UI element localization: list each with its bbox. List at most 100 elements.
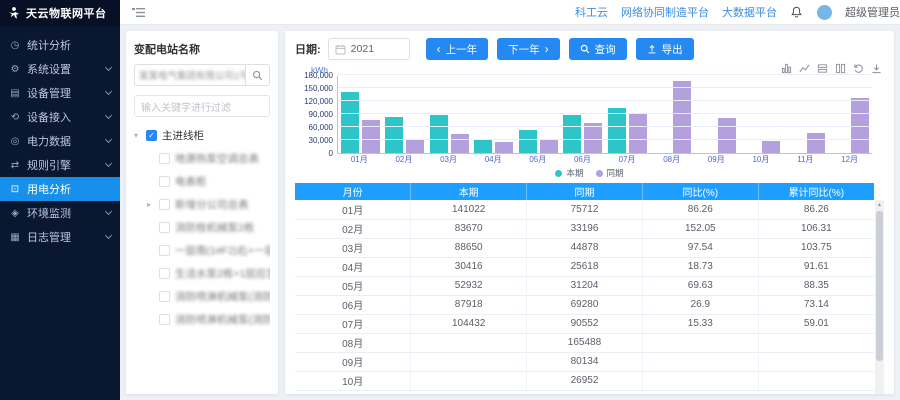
line-chart-icon[interactable] xyxy=(799,63,810,74)
table-header: 月份本期同期同比(%)累计同比(%) xyxy=(295,183,874,200)
legend-dot-current xyxy=(555,170,562,177)
x-tick-label: 02月 xyxy=(395,154,412,165)
chart-toolbox xyxy=(781,63,882,74)
tree-node[interactable]: 消防喷淋机械泵(消防2) xyxy=(147,312,270,327)
bar-本期-04月[interactable] xyxy=(474,140,492,153)
tree-node-checkbox[interactable] xyxy=(159,268,170,279)
y-tick-label: 120,000 xyxy=(297,97,333,106)
table-header-cell[interactable]: 月份 xyxy=(295,183,411,200)
tree-root-label: 主进线柜 xyxy=(162,128,204,143)
gridline xyxy=(338,139,872,140)
sidebar-item-system-settings[interactable]: ⚙系统设置 xyxy=(0,57,120,81)
bar-本期-01月[interactable] xyxy=(341,92,359,153)
table-cell: 75712 xyxy=(527,200,643,219)
tree-node[interactable]: 消防喷淋机械泵(消防1) xyxy=(147,289,270,304)
nav-link-collab-platform[interactable]: 网络协同制造平台 xyxy=(621,4,709,20)
sidebar-item-label: 规则引擎 xyxy=(27,157,71,173)
sidebar-item-device-management[interactable]: ▤设备管理 xyxy=(0,81,120,105)
tree-filter-input[interactable]: 输入关键字进行过滤 xyxy=(134,95,270,117)
save-image-icon[interactable] xyxy=(871,63,882,74)
tree-node[interactable]: 消防栓机械泵2栋 xyxy=(147,220,270,235)
tree-node[interactable]: 一层南(1#F2)右+一层北(1#F1)左 xyxy=(147,243,270,258)
prev-year-button[interactable]: ‹ 上一年 xyxy=(426,38,489,60)
tree-node-checkbox[interactable] xyxy=(159,153,170,164)
tree-node[interactable]: 生活水泵2栋+1层应急电源 xyxy=(147,266,270,281)
bar-同期-04月[interactable] xyxy=(495,142,513,153)
bar-同期-08月[interactable] xyxy=(673,81,691,153)
bar-同期-07月[interactable] xyxy=(629,114,647,153)
stacked-view-icon[interactable] xyxy=(817,63,828,74)
export-button[interactable]: 导出 xyxy=(636,38,694,60)
tree-node[interactable]: 电表柜 xyxy=(147,174,270,189)
nav-link-kegongyun[interactable]: 科工云 xyxy=(575,4,608,20)
bar-本期-07月[interactable] xyxy=(608,108,626,153)
table-header-cell[interactable]: 本期 xyxy=(411,183,527,200)
table-row: 09月80134 xyxy=(295,352,874,371)
next-year-button[interactable]: 下一年 › xyxy=(497,38,560,60)
sidebar-item-environment-monitor[interactable]: ◈环境监测 xyxy=(0,201,120,225)
bar-同期-03月[interactable] xyxy=(451,134,469,153)
scrollbar-thumb[interactable] xyxy=(876,211,883,361)
caret-right-icon[interactable]: ▸ xyxy=(147,201,154,209)
tree-node-checkbox[interactable] xyxy=(159,314,170,325)
bar-同期-02月[interactable] xyxy=(406,139,424,153)
sidebar-item-power-data[interactable]: ◎电力数据 xyxy=(0,129,120,153)
table-cell: 33196 xyxy=(527,219,643,238)
bar-本期-03月[interactable] xyxy=(430,115,448,153)
table-header-cell[interactable]: 累计同比(%) xyxy=(758,183,874,200)
bar-同期-05月[interactable] xyxy=(540,139,558,153)
scroll-up-arrow[interactable]: ▲ xyxy=(875,200,884,210)
bar-本期-02月[interactable] xyxy=(385,117,403,153)
bar-本期-05月[interactable] xyxy=(519,130,537,153)
tree-node-checkbox[interactable] xyxy=(159,176,170,187)
environment-monitor-icon: ◈ xyxy=(9,208,21,219)
tiled-view-icon[interactable] xyxy=(835,63,846,74)
tree-node-checkbox[interactable] xyxy=(159,245,170,256)
tree-node[interactable]: 地源热泵空调总表 xyxy=(147,151,270,166)
bar-本期-06月[interactable] xyxy=(563,115,581,153)
tree-node-checkbox[interactable] xyxy=(159,199,170,210)
tree-node-label: 新增分公司总表 xyxy=(175,197,249,212)
table-cell: 02月 xyxy=(295,219,411,238)
x-tick-label: 11月 xyxy=(797,154,813,165)
user-name[interactable]: 超级管理员 xyxy=(845,4,900,20)
tree-root-checkbox[interactable]: ✓ xyxy=(146,130,157,141)
sidebar-item-electricity-analysis[interactable]: ⊡用电分析 xyxy=(0,177,120,201)
year-picker[interactable]: 2021 xyxy=(328,38,410,60)
bar-chart-icon[interactable] xyxy=(781,63,792,74)
device-tree: ▾ ✓ 主进线柜 地源热泵空调总表电表柜 ▸ 新增分公司总表消防栓机械泵2栋一层南(… xyxy=(134,128,270,327)
table-cell xyxy=(411,371,527,390)
table-cell xyxy=(642,390,758,394)
legend-item-current-period[interactable]: 本期 xyxy=(555,167,583,179)
restore-icon[interactable] xyxy=(853,63,864,74)
tree-root-node[interactable]: ▾ ✓ 主进线柜 xyxy=(134,128,270,143)
collapse-sidebar-icon[interactable] xyxy=(130,4,146,20)
bar-同期-11月[interactable] xyxy=(807,133,825,153)
bar-同期-09月[interactable] xyxy=(718,118,736,153)
sidebar-item-rule-engine[interactable]: ⇄规则引擎 xyxy=(0,153,120,177)
tree-node-checkbox[interactable] xyxy=(159,222,170,233)
legend-item-same-period[interactable]: 同期 xyxy=(596,167,624,179)
nav-link-bigdata-platform[interactable]: 大数据平台 xyxy=(722,4,777,20)
tree-node-checkbox[interactable] xyxy=(159,291,170,302)
notification-bell-icon[interactable] xyxy=(790,5,804,20)
table-header-cell[interactable]: 同期 xyxy=(527,183,643,200)
query-button[interactable]: 查询 xyxy=(569,38,627,60)
station-name-input[interactable]: 某某电气集团有限公司1号配电 xyxy=(134,64,245,86)
table-row: 04月304162561818.7391.61 xyxy=(295,257,874,276)
tree-node[interactable]: ▸ 新增分公司总表 xyxy=(147,197,270,212)
table-header-cell[interactable]: 同比(%) xyxy=(642,183,758,200)
sidebar-item-log-management[interactable]: ▦日志管理 xyxy=(0,225,120,249)
user-avatar[interactable] xyxy=(817,5,832,20)
bar-同期-06月[interactable] xyxy=(584,123,602,153)
sidebar-item-device-access[interactable]: ⟲设备接入 xyxy=(0,105,120,129)
station-search-button[interactable] xyxy=(245,64,270,86)
sidebar-item-stats-analysis[interactable]: ◷统计分析 xyxy=(0,33,120,57)
table-row: 08月165488 xyxy=(295,333,874,352)
table-cell: 106.31 xyxy=(758,219,874,238)
bar-同期-10月[interactable] xyxy=(762,141,780,153)
table-cell: 11月 xyxy=(295,390,411,394)
caret-down-icon[interactable]: ▾ xyxy=(134,132,141,140)
gridline xyxy=(338,126,872,127)
query-controls: 日期: 2021 ‹ 上一年 下一年 › xyxy=(295,38,884,60)
